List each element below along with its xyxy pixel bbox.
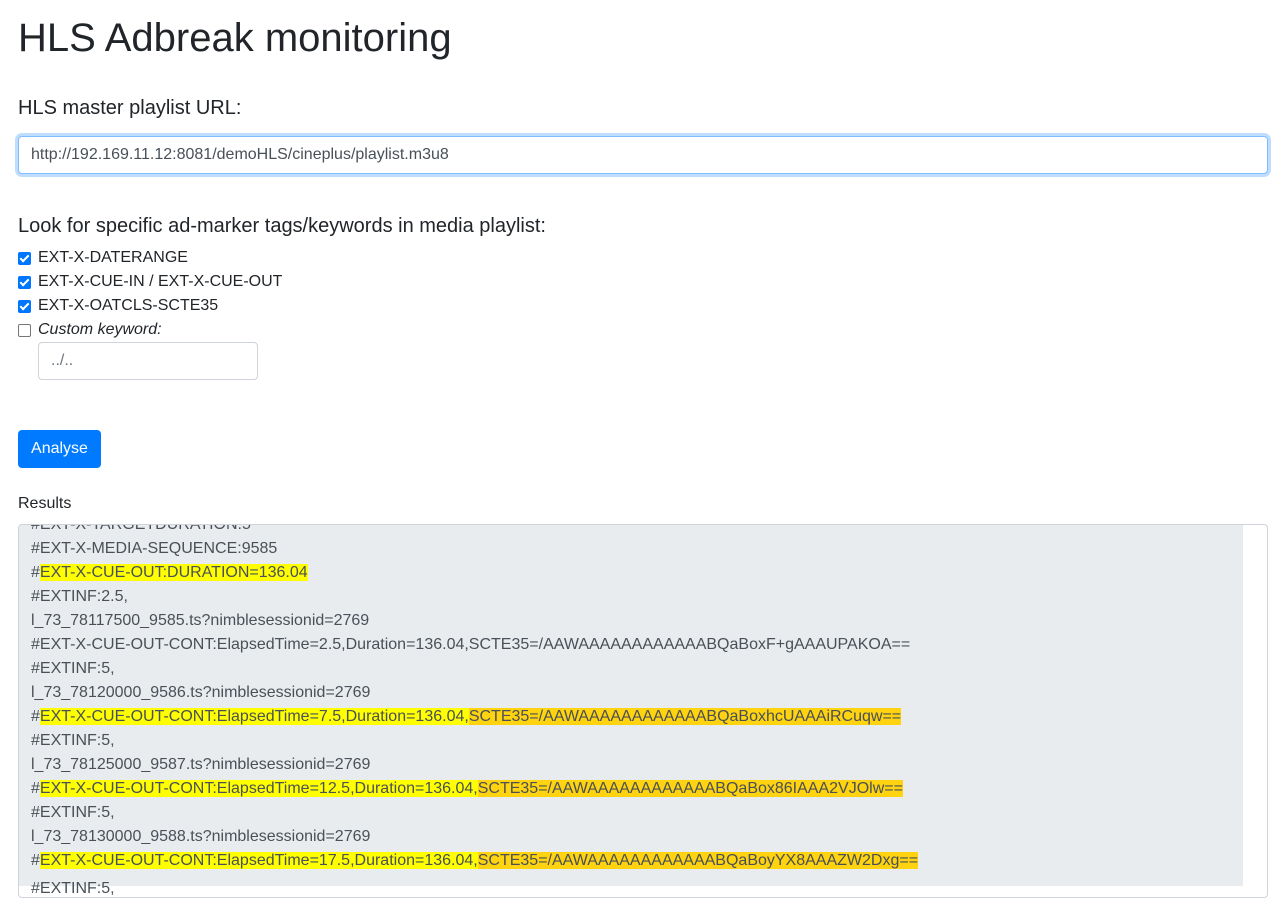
results-textarea[interactable]: #EXT-X-TARGETDURATION:5 #EXT-X-MEDIA-SEQU… bbox=[18, 524, 1268, 898]
highlight-tag: EXT-X-CUE-OUT-CONT:ElapsedTime=17.5,Dura… bbox=[39, 852, 478, 869]
result-line-text: #EXTINF:5, bbox=[31, 804, 115, 821]
result-line-text: #EXTINF:2.5, bbox=[31, 588, 128, 605]
result-line: #EXT-X-CUE-OUT-CONT:ElapsedTime=7.5,Dura… bbox=[31, 705, 918, 729]
result-line-text: l_73_78120000_9586.ts?nimblesessionid=27… bbox=[31, 684, 371, 701]
cue-in-out-label: EXT-X-CUE-IN / EXT-X-CUE-OUT bbox=[38, 273, 283, 290]
cue-in-out-checkbox[interactable] bbox=[18, 275, 31, 289]
oatcls-scte35-label: EXT-X-OATCLS-SCTE35 bbox=[38, 297, 219, 314]
highlight-scte35: SCTE35=/AAWAAAAAAAAAAAABQaBoyYX8AAAZW2Dx… bbox=[477, 852, 919, 869]
custom-keyword-input[interactable] bbox=[38, 342, 258, 380]
result-line: #EXT-X-CUE-OUT:DURATION=136.04 bbox=[31, 561, 918, 585]
highlight-tag: EXT-X-CUE-OUT-CONT:ElapsedTime=12.5,Dura… bbox=[39, 780, 478, 797]
daterange-label: EXT-X-DATERANGE bbox=[38, 249, 188, 266]
result-line-text: #EXT-X-CUE-OUT-CONT:ElapsedTime=2.5,Dura… bbox=[31, 636, 911, 653]
result-line: #EXTINF:5, bbox=[31, 729, 918, 753]
url-label: HLS master playlist URL: bbox=[18, 97, 242, 119]
result-line: #EXT-X-CUE-OUT-CONT:ElapsedTime=2.5,Dura… bbox=[31, 633, 918, 657]
highlight-tag: EXT-X-CUE-OUT:DURATION=136.04 bbox=[39, 564, 308, 581]
analyse-button[interactable]: Analyse bbox=[18, 430, 101, 468]
result-line-text: # bbox=[31, 852, 40, 869]
result-line-text: #EXT-X-MEDIA-SEQUENCE:9585 bbox=[31, 540, 278, 557]
page-title: HLS Adbreak monitoring bbox=[18, 16, 452, 60]
custom-keyword-label: Custom keyword: bbox=[38, 321, 162, 338]
highlight-scte35: SCTE35=/AAWAAAAAAAAAAAABQaBoxhcUAAAiRCuq… bbox=[468, 708, 902, 725]
tags-label: Look for specific ad-marker tags/keyword… bbox=[18, 215, 546, 237]
playlist-url-input[interactable] bbox=[18, 136, 1268, 174]
option-daterange[interactable]: EXT-X-DATERANGE bbox=[18, 246, 188, 270]
results-lines: #EXT-X-TARGETDURATION:5 #EXT-X-MEDIA-SEQU… bbox=[31, 525, 919, 873]
results-trailing-line: #EXTINF:5, bbox=[31, 880, 115, 897]
result-line: #EXT-X-TARGETDURATION:5 bbox=[31, 525, 918, 537]
result-line: l_73_78120000_9586.ts?nimblesessionid=27… bbox=[31, 681, 918, 705]
result-line-text: #EXTINF:5, bbox=[31, 660, 115, 677]
result-line: #EXT-X-MEDIA-SEQUENCE:9585 bbox=[31, 537, 918, 561]
results-label: Results bbox=[18, 495, 72, 512]
custom-keyword-checkbox[interactable] bbox=[18, 323, 31, 337]
result-line: #EXTINF:2.5, bbox=[31, 585, 918, 609]
result-line-text: l_73_78117500_9585.ts?nimblesessionid=27… bbox=[31, 612, 370, 629]
result-line: #EXT-X-CUE-OUT-CONT:ElapsedTime=12.5,Dur… bbox=[31, 777, 918, 801]
result-line-text: l_73_78125000_9587.ts?nimblesessionid=27… bbox=[31, 756, 371, 773]
results-content: #EXT-X-TARGETDURATION:5 #EXT-X-MEDIA-SEQU… bbox=[19, 525, 1243, 886]
result-line-text: #EXT-X-TARGETDURATION:5 bbox=[31, 525, 251, 533]
result-line: l_73_78117500_9585.ts?nimblesessionid=27… bbox=[31, 609, 918, 633]
result-line: l_73_78130000_9588.ts?nimblesessionid=27… bbox=[31, 825, 918, 849]
result-line: #EXTINF:5, bbox=[31, 657, 918, 681]
oatcls-scte35-checkbox[interactable] bbox=[18, 299, 31, 313]
result-line: #EXT-X-CUE-OUT-CONT:ElapsedTime=17.5,Dur… bbox=[31, 849, 919, 873]
result-line-text: #EXTINF:5, bbox=[31, 732, 115, 749]
daterange-checkbox[interactable] bbox=[18, 251, 31, 265]
result-line-text: # bbox=[31, 708, 40, 725]
result-line: #EXTINF:5, bbox=[31, 801, 918, 825]
option-cue-in-out[interactable]: EXT-X-CUE-IN / EXT-X-CUE-OUT bbox=[18, 270, 282, 294]
result-line-text: l_73_78130000_9588.ts?nimblesessionid=27… bbox=[31, 828, 371, 845]
result-line-text: # bbox=[31, 564, 40, 581]
highlight-tag: EXT-X-CUE-OUT-CONT:ElapsedTime=7.5,Durat… bbox=[39, 708, 469, 725]
option-oatcls-scte35[interactable]: EXT-X-OATCLS-SCTE35 bbox=[18, 294, 218, 318]
result-line-text: # bbox=[31, 780, 40, 797]
result-line: l_73_78125000_9587.ts?nimblesessionid=27… bbox=[31, 753, 918, 777]
highlight-scte35: SCTE35=/AAWAAAAAAAAAAAABQaBox86IAAA2VJOl… bbox=[477, 780, 903, 797]
option-custom-keyword[interactable]: Custom keyword: bbox=[18, 318, 162, 342]
